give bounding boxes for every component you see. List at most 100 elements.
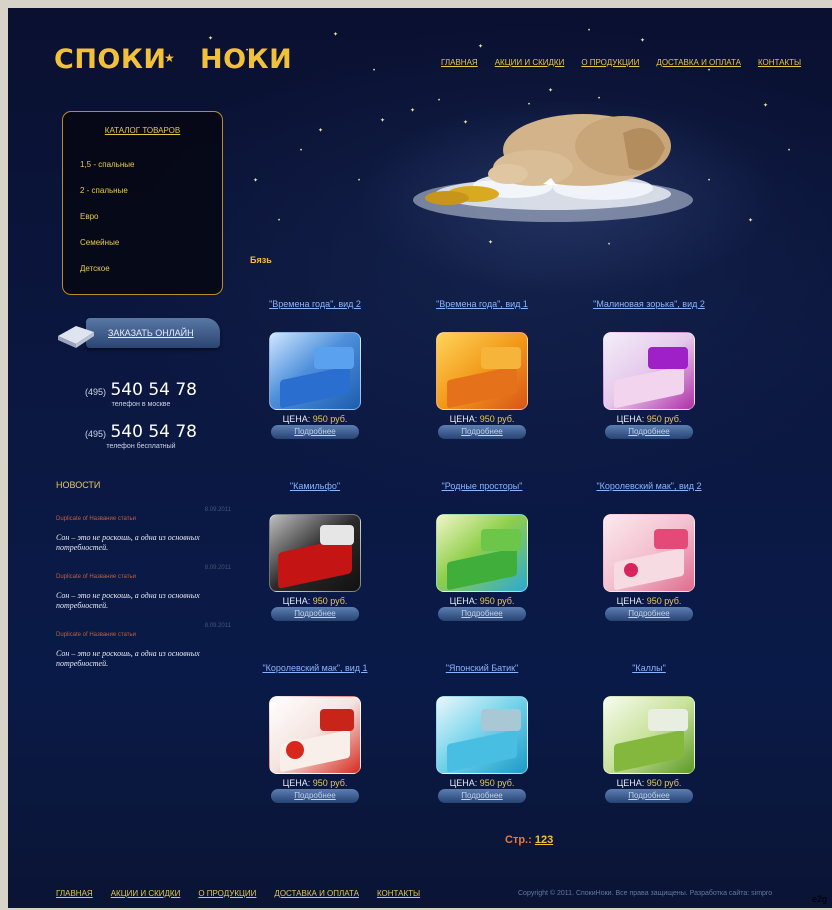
nav-promotions[interactable]: АКЦИИ И СКИДКИ xyxy=(495,58,565,67)
phone-caption: телефон бесплатный xyxy=(106,443,176,450)
details-button[interactable]: Подробнее xyxy=(605,789,693,803)
product-card: "Родные просторы" ЦЕНА: 950 руб. Подробн… xyxy=(407,476,557,621)
product-photo[interactable] xyxy=(603,696,695,774)
product-card: "Камильфо" ЦЕНА: 950 руб. Подробнее xyxy=(240,476,390,621)
details-button[interactable]: Подробнее xyxy=(271,425,359,439)
details-button[interactable]: Подробнее xyxy=(438,789,526,803)
footer-nav-about-products[interactable]: О ПРОДУКЦИИ xyxy=(198,889,256,898)
footer-navigation: ГЛАВНАЯ АКЦИИ И СКИДКИ О ПРОДУКЦИИ ДОСТА… xyxy=(56,889,438,898)
news-headline-link[interactable]: Duplicate of Название статьи xyxy=(56,516,136,522)
news-date: 8.09.2011 xyxy=(204,507,231,513)
product-price: ЦЕНА: 950 руб. xyxy=(282,414,348,424)
section-title: Бязь xyxy=(250,255,272,265)
catalog-item-euro[interactable]: Евро xyxy=(80,212,98,221)
product-card: "Каллы" ЦЕНА: 950 руб. Подробнее xyxy=(574,658,724,803)
phone-code: (495) xyxy=(85,429,107,439)
product-photo[interactable] xyxy=(269,514,361,592)
catalog-item-family[interactable]: Семейные xyxy=(80,238,119,247)
product-price: ЦЕНА: 950 руб. xyxy=(449,596,515,606)
product-price: ЦЕНА: 950 руб. xyxy=(616,778,682,788)
product-card: "Времена года", вид 2 ЦЕНА: 950 руб. Под… xyxy=(240,294,390,439)
nav-about-products[interactable]: О ПРОДУКЦИИ xyxy=(581,58,639,67)
product-card: "Японский Батик" ЦЕНА: 950 руб. Подробне… xyxy=(407,658,557,803)
sleeping-puppy-illustration xyxy=(403,88,703,238)
news-text: Сон – это не роскошь, а одна из основных… xyxy=(56,591,200,610)
product-photo[interactable] xyxy=(436,514,528,592)
product-photo[interactable] xyxy=(436,332,528,410)
product-photo[interactable] xyxy=(603,332,695,410)
footer-nav-contacts[interactable]: КОНТАКТЫ xyxy=(377,889,420,898)
catalog-item-kids[interactable]: Детское xyxy=(80,264,110,273)
product-photo[interactable] xyxy=(269,332,361,410)
order-online-button[interactable]: ЗАКАЗАТЬ ОНЛАЙН xyxy=(86,318,220,348)
copyright-text: Copyright © 2011. СпокиНоки. Все права з… xyxy=(518,890,773,897)
nav-contacts[interactable]: КОНТАКТЫ xyxy=(758,58,801,67)
product-photo[interactable] xyxy=(436,696,528,774)
pagination-other-pages[interactable]: 23 xyxy=(541,834,553,846)
product-title-link[interactable]: "Родные просторы" xyxy=(442,481,523,491)
nav-delivery[interactable]: ДОСТАВКА И ОПЛАТА xyxy=(656,58,741,67)
catalog-title-link[interactable]: КАТАЛОГ ТОВАРОВ xyxy=(63,126,222,135)
news-item: Duplicate of Название статьи 8.09.2011 С… xyxy=(56,565,231,611)
product-price: ЦЕНА: 950 руб. xyxy=(616,596,682,606)
product-title-link[interactable]: "Королевский мак", вид 1 xyxy=(262,663,367,673)
news-headline-link[interactable]: Duplicate of Название статьи xyxy=(56,574,136,580)
phone-moscow: (495) 540 54 78 телефон в москве xyxy=(56,380,226,408)
details-button[interactable]: Подробнее xyxy=(271,607,359,621)
catalog-panel: КАТАЛОГ ТОВАРОВ 1,5 - спальные 2 - спаль… xyxy=(62,111,223,295)
product-card: "Времена года", вид 1 ЦЕНА: 950 руб. Под… xyxy=(407,294,557,439)
product-price: ЦЕНА: 950 руб. xyxy=(449,778,515,788)
product-card: "Королевский мак", вид 1 ЦЕНА: 950 руб. … xyxy=(240,658,390,803)
product-price: ЦЕНА: 950 руб. xyxy=(449,414,515,424)
top-navigation: ГЛАВНАЯ АКЦИИ И СКИДКИ О ПРОДУКЦИИ ДОСТА… xyxy=(441,58,818,67)
phone-caption: телефон в москве xyxy=(111,401,171,408)
news-item: Duplicate of Название статьи 8.09.2011 С… xyxy=(56,623,231,669)
details-button[interactable]: Подробнее xyxy=(605,607,693,621)
details-button[interactable]: Подробнее xyxy=(605,425,693,439)
news-text: Сон – это не роскошь, а одна из основных… xyxy=(56,649,200,668)
product-title-link[interactable]: "Времена года", вид 1 xyxy=(436,299,528,309)
moon-logo-icon: ★ xyxy=(151,44,194,85)
news-date: 8.09.2011 xyxy=(204,565,231,571)
pagination: Стр.: 123 xyxy=(505,834,553,846)
footer-nav-home[interactable]: ГЛАВНАЯ xyxy=(56,889,93,898)
product-title-link[interactable]: "Времена года", вид 2 xyxy=(269,299,361,309)
svg-text:★: ★ xyxy=(164,51,175,65)
details-button[interactable]: Подробнее xyxy=(438,607,526,621)
catalog-item-double[interactable]: 2 - спальные xyxy=(80,186,128,195)
moon-icon xyxy=(66,309,77,320)
product-price: ЦЕНА: 950 руб. xyxy=(282,778,348,788)
footer-nav-promotions[interactable]: АКЦИИ И СКИДКИ xyxy=(111,889,181,898)
news-date: 8.09.2011 xyxy=(204,623,231,629)
product-title-link[interactable]: "Малиновая зорька", вид 2 xyxy=(593,299,705,309)
site-logo[interactable]: СПОКИ ★ НОКИ xyxy=(54,36,292,96)
page-background: ✦ • ✦ • ✦ • ✦ • ✦ • ✦ • ✦ • ✦ • ✦ • ✦ • • ✦ • ✦ • ✦ С… xyxy=(8,8,832,908)
product-photo[interactable] xyxy=(269,696,361,774)
details-button[interactable]: Подробнее xyxy=(271,789,359,803)
catalog-item-single[interactable]: 1,5 - спальные xyxy=(80,160,134,169)
footer-nav-delivery[interactable]: ДОСТАВКА И ОПЛАТА xyxy=(274,889,359,898)
product-price: ЦЕНА: 950 руб. xyxy=(616,414,682,424)
order-online-banner[interactable]: ЗАКАЗАТЬ ОНЛАЙН xyxy=(56,308,226,358)
news-title: НОВОСТИ xyxy=(56,480,101,490)
product-photo[interactable] xyxy=(603,514,695,592)
product-title-link[interactable]: "Японский Батик" xyxy=(446,663,519,673)
news-item: Duplicate of Название статьи 8.09.2011 С… xyxy=(56,507,231,553)
news-headline-link[interactable]: Duplicate of Название статьи xyxy=(56,632,136,638)
logo-text-right: НОКИ xyxy=(200,44,293,75)
pagination-label: Стр.: xyxy=(505,834,532,846)
product-card: "Малиновая зорька", вид 2 ЦЕНА: 950 руб.… xyxy=(574,294,724,439)
product-title-link[interactable]: "Каллы" xyxy=(632,663,666,673)
bed-icon xyxy=(58,326,94,348)
phone-code: (495) xyxy=(85,387,107,397)
phone-number: 540 54 78 xyxy=(110,422,197,442)
details-button[interactable]: Подробнее xyxy=(438,425,526,439)
phone-number: 540 54 78 xyxy=(110,380,197,400)
news-text: Сон – это не роскошь, а одна из основных… xyxy=(56,533,200,552)
corner-tag: e2g xyxy=(812,894,828,904)
phone-free: (495) 540 54 78 телефон бесплатный xyxy=(56,422,226,450)
product-title-link[interactable]: "Камильфо" xyxy=(290,481,340,491)
order-online-label: ЗАКАЗАТЬ ОНЛАЙН xyxy=(108,328,194,338)
nav-home[interactable]: ГЛАВНАЯ xyxy=(441,58,478,67)
product-title-link[interactable]: "Королевский мак", вид 2 xyxy=(596,481,701,491)
